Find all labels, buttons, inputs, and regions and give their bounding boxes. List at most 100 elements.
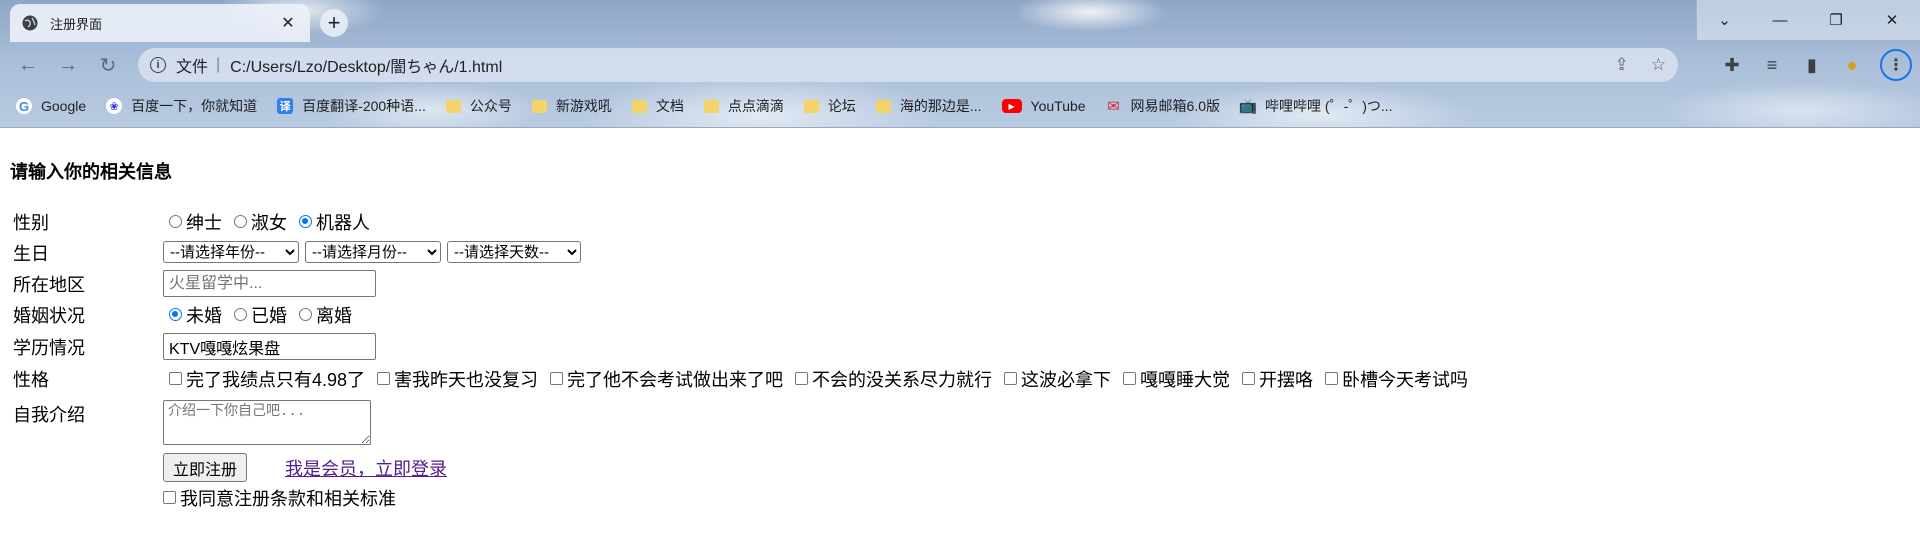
birthday-row: 生日 (13, 239, 163, 267)
radio-button-selected[interactable] (169, 307, 182, 321)
personality-option-8[interactable]: 卧槽今天考试吗 (1319, 366, 1468, 392)
checkbox[interactable] (1325, 371, 1339, 385)
register-button[interactable]: 立即注册 (163, 453, 248, 482)
month-select[interactable]: --请选择月份-- (305, 241, 441, 263)
agree-terms-option[interactable]: 我同意注册条款和相关标准 (157, 485, 396, 511)
tab-close-icon[interactable]: ✕ (278, 13, 298, 33)
reload-icon[interactable]: ↻ (92, 49, 124, 81)
address-url[interactable]: C:/Users/Lzo/Desktop/闇ちゃん/1.html (230, 53, 502, 77)
region-input[interactable] (163, 270, 376, 297)
gender-option-robot[interactable]: 机器人 (293, 209, 370, 235)
region-row: 所在地区 (13, 270, 163, 298)
bookmark-folder-gongzhonghao[interactable]: 公众号 (445, 96, 512, 116)
bookmark-folder-luntan[interactable]: 论坛 (803, 96, 856, 116)
extensions-puzzle-icon[interactable]: ✚ (1716, 49, 1748, 81)
folder-icon (531, 99, 547, 113)
browser-menu-icon[interactable]: ⋮ (1880, 49, 1912, 81)
browser-chrome: 注册界面 ✕ + ⌄ — ❐ ✕ ← → ↻ i 文件 | C:/Users/L… (0, 0, 1920, 128)
checkbox[interactable] (795, 371, 809, 385)
bookmark-google[interactable]: G Google (16, 98, 86, 114)
site-info-icon[interactable]: i (150, 57, 166, 73)
radio-button[interactable] (299, 307, 312, 321)
checkbox[interactable] (1123, 371, 1137, 385)
side-panel-icon[interactable]: ▮ (1796, 49, 1828, 81)
intro-field (163, 400, 371, 445)
education-input[interactable] (163, 333, 376, 360)
back-arrow-icon[interactable]: ← (12, 49, 44, 81)
youtube-icon: ▶ (1001, 99, 1022, 113)
bookmark-folder-wendang[interactable]: 文档 (631, 96, 684, 116)
bookmark-folder-diandiandidi[interactable]: 点点滴滴 (703, 96, 784, 116)
folder-icon (445, 99, 461, 113)
checkbox[interactable] (550, 371, 564, 385)
radio-button[interactable] (234, 214, 247, 228)
checkbox[interactable] (377, 371, 391, 385)
radio-button-selected[interactable] (299, 214, 312, 228)
education-label: 学历情况 (13, 338, 85, 358)
intro-textarea[interactable] (163, 400, 371, 445)
address-separator: | (216, 56, 221, 73)
bookmark-youtube[interactable]: ▶ YouTube (1001, 98, 1086, 114)
checkbox[interactable] (163, 490, 176, 504)
gender-option-lady[interactable]: 淑女 (228, 209, 287, 235)
login-link[interactable]: 我是会员，立即登录 (285, 455, 447, 481)
radio-button[interactable] (169, 214, 182, 228)
marital-label: 婚姻状况 (13, 306, 85, 326)
region-field (163, 270, 376, 297)
minimize-button[interactable]: — (1752, 0, 1808, 40)
birthday-selects: --请选择年份-- --请选择月份-- --请选择天数-- (163, 241, 587, 263)
checkbox[interactable] (169, 371, 182, 385)
translate-icon: 译 (277, 98, 294, 114)
radio-button[interactable] (234, 307, 247, 321)
intro-row: 自我介绍 (13, 400, 163, 428)
page-content: 请输入你的相关信息 性别 绅士 淑女 机器人 生日 --请选择年份-- --请选… (0, 128, 1920, 550)
personality-option-5[interactable]: 这波必拿下 (998, 366, 1111, 392)
gender-option-gentleman[interactable]: 绅士 (163, 209, 222, 235)
personality-option-7[interactable]: 开摆咯 (1236, 366, 1313, 392)
folder-icon (803, 99, 819, 113)
personality-option-2[interactable]: 害我昨天也没复习 (371, 366, 538, 392)
personality-row: 性格 (13, 365, 163, 393)
bookmark-baidu[interactable]: ❀ 百度一下，你就知道 (106, 96, 257, 116)
forward-arrow-icon[interactable]: → (52, 49, 84, 81)
bookmark-netease-mail[interactable]: ✉ 网易邮箱6.0版 (1106, 96, 1220, 116)
restore-button[interactable]: ❐ (1808, 0, 1864, 40)
new-tab-button[interactable]: + (320, 9, 348, 37)
window-close-button[interactable]: ✕ (1864, 0, 1920, 40)
tab-search-icon[interactable]: ⌄ (1696, 0, 1752, 40)
bookmark-folder-xinyouxi[interactable]: 新游戏吼 (531, 96, 612, 116)
marital-option-divorced[interactable]: 离婚 (293, 302, 352, 328)
education-field (163, 333, 376, 360)
bookmark-folder-haidenabian[interactable]: 海的那边是... (875, 96, 982, 116)
browser-tab[interactable]: 注册界面 ✕ (10, 4, 310, 42)
marital-option-married[interactable]: 已婚 (228, 302, 287, 328)
folder-icon (875, 99, 891, 113)
personality-option-4[interactable]: 不会的没关系尽力就行 (789, 366, 992, 392)
bookmark-baidu-translate[interactable]: 译 百度翻译-200种语... (277, 96, 426, 116)
form-actions: 立即注册 我是会员，立即登录 (163, 453, 447, 482)
profile-avatar-icon[interactable]: ● (1836, 49, 1868, 81)
google-icon: G (16, 98, 32, 114)
gender-options: 绅士 淑女 机器人 (163, 208, 376, 236)
personality-option-3[interactable]: 完了他不会考试做出来了吧 (544, 366, 783, 392)
education-row: 学历情况 (13, 333, 163, 361)
day-select[interactable]: --请选择天数-- (447, 241, 581, 263)
address-bar[interactable]: i 文件 | C:/Users/Lzo/Desktop/闇ちゃん/1.html … (138, 48, 1678, 82)
personality-option-1[interactable]: 完了我绩点只有4.98了 (163, 366, 365, 392)
bookmarks-bar: G Google ❀ 百度一下，你就知道 译 百度翻译-200种语... 公众号… (16, 94, 1413, 118)
share-icon[interactable]: ⇪ (1615, 55, 1629, 75)
checkbox[interactable] (1242, 371, 1256, 385)
reading-list-icon[interactable]: ≡ (1756, 49, 1788, 81)
navigation-bar: ← → ↻ i 文件 | C:/Users/Lzo/Desktop/闇ちゃん/1… (0, 47, 1920, 83)
marital-option-single[interactable]: 未婚 (163, 302, 222, 328)
year-select[interactable]: --请选择年份-- (163, 241, 299, 263)
intro-label: 自我介绍 (13, 405, 85, 425)
form-heading: 请输入你的相关信息 (10, 162, 172, 182)
agree-row: 我同意注册条款和相关标准 (163, 486, 402, 510)
checkbox[interactable] (1004, 371, 1018, 385)
region-label: 所在地区 (13, 275, 85, 295)
personality-option-6[interactable]: 嘎嘎睡大觉 (1117, 366, 1230, 392)
bookmark-star-icon[interactable]: ☆ (1651, 55, 1666, 75)
bookmark-bilibili[interactable]: 📺 哔哩哔哩 (゜-゜)つ... (1239, 96, 1393, 116)
folder-icon (703, 99, 719, 113)
